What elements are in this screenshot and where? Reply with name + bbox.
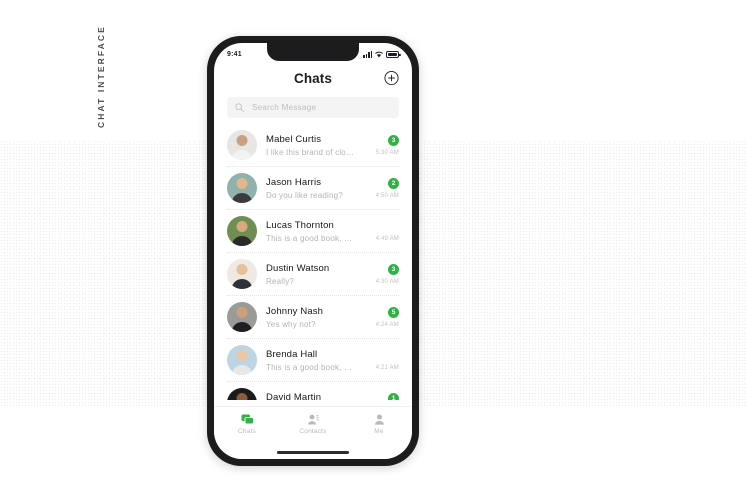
chat-item-text: Jason Harris Do you like reading? — [266, 177, 356, 200]
chat-item-time: 4:21 AM — [375, 364, 399, 371]
chat-bubbles-icon — [241, 413, 254, 425]
chat-item-name: Jason Harris — [266, 176, 322, 188]
unread-badge: 2 — [388, 177, 399, 189]
chat-item-preview: This is a good book, you c... — [266, 362, 356, 372]
side-caption-chat-interface: CHAT INTERFACE — [96, 25, 106, 128]
avatar — [227, 388, 257, 400]
chat-item-preview: Yes why not? — [266, 319, 316, 329]
unread-badge: 5 — [388, 306, 399, 318]
chat-item-name: David Martin — [266, 391, 322, 401]
tab-chats-label: Chats — [238, 428, 256, 435]
search-section — [214, 93, 412, 124]
tab-contacts-label: Contacts — [299, 428, 327, 435]
tab-me[interactable]: Me — [346, 413, 412, 435]
chat-list-item[interactable]: Dustin Watson Really? 3 4:30 AM — [227, 253, 399, 296]
signal-bars-icon — [363, 50, 372, 58]
chat-item-preview: I like this brand of clothes. — [266, 147, 356, 157]
chat-item-meta: 4:49 AM — [365, 216, 399, 246]
chat-list-item[interactable]: Mabel Curtis I like this brand of clothes… — [227, 124, 399, 167]
contacts-person-icon — [307, 413, 320, 425]
chat-item-text: Brenda Hall This is a good book, you c... — [266, 349, 356, 372]
status-bar: 9:41 — [214, 43, 412, 63]
chat-list-item[interactable]: Johnny Nash Yes why not? 5 4:24 AM — [227, 296, 399, 339]
page-title: Chats — [293, 70, 332, 86]
chat-item-text: David MartinReally? — [266, 392, 356, 401]
chat-item-text: Dustin Watson Really? — [266, 263, 356, 286]
chat-item-text: Mabel Curtis I like this brand of clothes… — [266, 134, 356, 157]
chat-list-item[interactable]: David MartinReally? 13:30 AM — [227, 382, 399, 400]
tab-chats[interactable]: Chats — [214, 413, 280, 435]
chat-item-text: Lucas Thornton This is a good book, you c… — [266, 220, 356, 243]
chat-item-time: 5:30 AM — [375, 149, 399, 156]
chat-item-name: Dustin Watson — [266, 262, 330, 274]
battery-icon — [386, 51, 401, 58]
tab-contacts[interactable]: Contacts — [280, 413, 346, 435]
phone-screen: 9:41 Chats Search Message Mabel Curtis I… — [214, 43, 412, 459]
person-icon — [373, 413, 386, 425]
chat-item-time: 4:49 AM — [375, 235, 399, 242]
chat-item-meta: 5 4:24 AM — [365, 302, 399, 332]
chat-item-preview: This is a good book, you c... — [266, 233, 356, 243]
status-bar-icons — [363, 50, 401, 58]
chat-item-name: Mabel Curtis — [266, 133, 322, 145]
chat-list-item[interactable]: Brenda Hall This is a good book, you c...… — [227, 339, 399, 382]
chat-list-item[interactable]: Lucas Thornton This is a good book, you c… — [227, 210, 399, 253]
chat-item-time: 4:30 AM — [375, 278, 399, 285]
avatar — [227, 216, 257, 246]
canvas: CHAT INTERFACE 9:41 Chats Search Message… — [0, 0, 746, 500]
avatar — [227, 130, 257, 160]
unread-badge: 3 — [388, 134, 399, 146]
plus-circle-icon[interactable] — [384, 70, 399, 86]
chat-item-time: 4:24 AM — [375, 321, 399, 328]
chat-item-time: 4:50 AM — [375, 192, 399, 199]
chat-item-name: Johnny Nash — [266, 305, 324, 317]
chat-list-item[interactable]: Jason Harris Do you like reading? 2 4:50 AM — [227, 167, 399, 210]
chat-item-preview: Do you like reading? — [266, 190, 343, 200]
chat-item-name: Brenda Hall — [266, 348, 318, 360]
avatar — [227, 302, 257, 332]
wifi-icon — [375, 51, 383, 58]
chat-list[interactable]: Mabel Curtis I like this brand of clothes… — [214, 124, 412, 400]
tab-me-label: Me — [374, 428, 384, 435]
nav-header: Chats — [214, 63, 412, 93]
unread-badge: 1 — [388, 392, 399, 400]
status-bar-clock: 9:41 — [227, 50, 242, 58]
unread-badge: 3 — [388, 263, 399, 275]
avatar — [227, 173, 257, 203]
home-indicator[interactable] — [277, 451, 349, 454]
chat-item-meta: 4:21 AM — [365, 345, 399, 375]
avatar — [227, 259, 257, 289]
chat-item-meta: 3 5:30 AM — [365, 130, 399, 160]
chat-item-meta: 2 4:50 AM — [365, 173, 399, 203]
search-icon — [235, 99, 244, 117]
chat-item-meta: 13:30 AM — [365, 388, 399, 400]
phone-device-frame: 9:41 Chats Search Message Mabel Curtis I… — [207, 36, 419, 466]
chat-item-name: Lucas Thornton — [266, 219, 334, 231]
search-bar[interactable] — [227, 97, 399, 118]
avatar — [227, 345, 257, 375]
search-input[interactable] — [250, 102, 391, 113]
chat-item-text: Johnny Nash Yes why not? — [266, 306, 356, 329]
chat-item-preview: Really? — [266, 276, 295, 286]
chat-item-meta: 3 4:30 AM — [365, 259, 399, 289]
